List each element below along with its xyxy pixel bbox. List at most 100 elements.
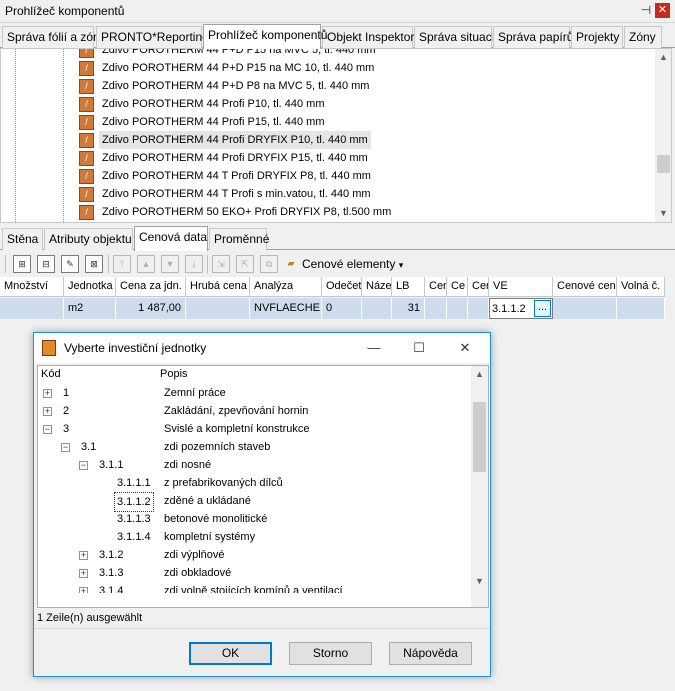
column-header[interactable]: Množství (0, 277, 64, 297)
cell-ve-editor[interactable]: 3.1.1.2 ... (489, 298, 553, 319)
column-header[interactable]: Cenové cen (553, 277, 617, 297)
cell-lb[interactable]: 31 (392, 298, 425, 319)
minimize-icon[interactable]: — (364, 338, 384, 358)
folder-icon[interactable]: ▰ (282, 255, 300, 273)
column-header[interactable]: Náze (362, 277, 392, 297)
row-popis: zdi výplňové (164, 549, 225, 561)
tree-row[interactable]: 3.1.1.3 betonové monolitické (38, 510, 470, 528)
column-header[interactable]: Cena za jdn. (116, 277, 186, 297)
storno-button[interactable]: Storno (289, 642, 372, 665)
move-bottom-icon[interactable]: ⤓ (185, 255, 203, 273)
cell-hruba-cena[interactable] (186, 298, 250, 319)
scroll-down-icon[interactable]: ▼ (655, 205, 671, 222)
close-icon[interactable]: ✕ (655, 3, 670, 18)
tab-label: Projekty (576, 30, 620, 44)
collapse-icon[interactable]: − (79, 461, 88, 470)
scroll-thumb[interactable] (473, 402, 486, 472)
tab-projekty[interactable]: Projekty (571, 26, 623, 48)
cell-volna[interactable] (617, 298, 665, 319)
expand-icon[interactable]: + (79, 569, 88, 578)
ok-button[interactable]: OK (189, 642, 272, 665)
tab-sprava-situaci[interactable]: Správa situací (414, 26, 495, 48)
tree-row[interactable]: − 3.1.1 zdi nosné (38, 456, 470, 474)
tab-prohlizec-komponentu[interactable]: Prohlížeč komponentů (203, 24, 327, 49)
column-header[interactable]: VE (489, 277, 553, 297)
expand-icon[interactable]: + (43, 407, 52, 416)
export-icon[interactable]: ⇱ (236, 255, 254, 273)
panel-title: Prohlížeč komponentů (5, 4, 125, 18)
tab-promenne[interactable]: Proměnné (209, 228, 269, 250)
ve-browse-button[interactable]: ... (534, 300, 551, 317)
cell-odecet[interactable]: 0 (322, 298, 362, 319)
cell-cena[interactable]: 1 487,00 (116, 298, 186, 319)
cell-cenove-cen[interactable] (553, 298, 617, 319)
tree-row-selected[interactable]: 3.1.1.2 zděné a ukládané (38, 492, 470, 512)
delete-row-icon[interactable]: ⊠ (85, 255, 103, 273)
investment-unit-tree[interactable]: Kód Popis + 1 Zemní práce + 2 Zakládání,… (37, 365, 489, 608)
tab-atributy-objektu[interactable]: Atributy objektu (44, 228, 133, 250)
collapse-icon[interactable]: − (61, 443, 70, 452)
dialog-vscrollbar[interactable]: ▲ ▼ (471, 366, 488, 607)
wall-component-icon: / (79, 151, 94, 166)
pin-icon[interactable]: ⊣ (638, 2, 654, 18)
tree-row[interactable]: 3.1.1.4 kompletní systémy (38, 528, 470, 546)
append-row-icon[interactable]: ⊟ (37, 255, 55, 273)
move-down-icon[interactable]: ▼ (161, 255, 179, 273)
tab-label: PRONTO*Reporting (101, 30, 209, 44)
expand-icon[interactable]: + (43, 389, 52, 398)
cenove-elementy-dropdown[interactable]: Cenové elementy ▾ (302, 257, 403, 271)
tab-zony[interactable]: Zóny (624, 26, 662, 48)
scroll-up-icon[interactable]: ▲ (655, 49, 671, 66)
tree-row[interactable]: 3.1.1.1 z prefabrikovaných dílců (38, 474, 470, 492)
scroll-up-icon[interactable]: ▲ (471, 366, 488, 383)
column-header[interactable]: Jednotka (64, 277, 116, 297)
tree-row[interactable]: + 1 Zemní práce (38, 384, 470, 402)
tree-row[interactable]: + 3.1.2 zdi výplňové (38, 546, 470, 564)
help-button[interactable]: Nápověda (389, 642, 472, 665)
tree-row[interactable]: + 3.1.3 zdi obkladové (38, 564, 470, 582)
cell-ce[interactable] (447, 298, 468, 319)
cell-nazev[interactable] (362, 298, 392, 319)
tree-row[interactable]: + 3.1.4 zdi volně stojících komínů a ven… (38, 582, 470, 593)
cell-mnozstvi[interactable] (0, 298, 64, 319)
column-header[interactable]: Ce (447, 277, 468, 297)
tree-row[interactable]: − 3.1 zdi pozemních staveb (38, 438, 470, 456)
cell-cer2[interactable] (468, 298, 489, 319)
expand-icon[interactable]: + (79, 587, 88, 593)
tab-objekt-inspektor[interactable]: Objekt Inspektor (322, 26, 414, 48)
tab-sprava-folii[interactable]: Správa fólií a zón (2, 26, 100, 48)
edit-row-icon[interactable]: ✎ (61, 255, 79, 273)
close-icon[interactable]: ✕ (455, 338, 475, 358)
tab-cenova-data[interactable]: Cenová data (134, 226, 208, 251)
column-header[interactable]: Analýza (250, 277, 322, 297)
collapse-icon[interactable]: − (43, 425, 52, 434)
column-header[interactable]: LB (392, 277, 425, 297)
insert-row-icon[interactable]: ⊞ (13, 255, 31, 273)
expand-icon[interactable]: + (79, 551, 88, 560)
cell-jednotka[interactable]: m2 (64, 298, 116, 319)
copy-icon[interactable]: ⧉ (260, 255, 278, 273)
tree-row[interactable]: − 3 Svislé a kompletní konstrukce (38, 420, 470, 438)
tab-stena[interactable]: Stěna (2, 228, 43, 250)
cell-analyza[interactable]: NVFLAECHE (250, 298, 322, 319)
move-top-icon[interactable]: ⤒ (113, 255, 131, 273)
column-header[interactable]: Cer (468, 277, 489, 297)
cell-cer1[interactable] (425, 298, 447, 319)
maximize-icon[interactable]: ☐ (409, 338, 429, 358)
column-header[interactable]: Cer (425, 277, 447, 297)
column-header-popis[interactable]: Popis (160, 368, 188, 380)
import-icon[interactable]: ⇲ (212, 255, 230, 273)
scroll-down-icon[interactable]: ▼ (471, 573, 488, 590)
tree-scrollbar[interactable]: ▲ ▼ (655, 49, 671, 222)
component-tree[interactable]: / Zdivo POROTHERM 44 P+D P15 na MVC 5, tl… (0, 48, 672, 223)
row-kod: 3.1.1.1 (117, 477, 151, 489)
column-header[interactable]: Volná č. (617, 277, 665, 297)
tree-row[interactable]: + 2 Zakládání, zpevňování hornin (38, 402, 470, 420)
column-header[interactable]: Hrubá cena (186, 277, 250, 297)
column-header[interactable]: Odečet (322, 277, 362, 297)
column-header-kod[interactable]: Kód (41, 368, 61, 380)
tab-sprava-papiru[interactable]: Správa papírů (493, 26, 573, 48)
move-up-icon[interactable]: ▲ (137, 255, 155, 273)
tab-pronto-reporting[interactable]: PRONTO*Reporting (96, 26, 209, 48)
scroll-thumb[interactable] (657, 155, 670, 173)
